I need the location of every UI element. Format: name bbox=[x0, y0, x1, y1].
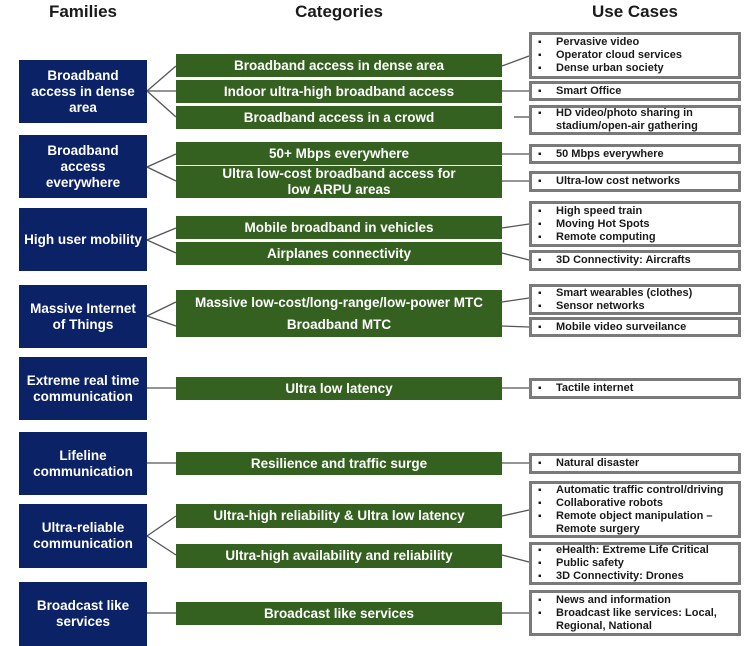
connector bbox=[501, 554, 530, 563]
use-case-box: 3D Connectivity: Aircrafts bbox=[529, 250, 741, 271]
family-box: Massive Internet of Things bbox=[19, 285, 147, 348]
use-case-box: eHealth: Extreme Life CriticalPublic saf… bbox=[529, 542, 741, 585]
use-case-item: Pervasive video bbox=[538, 36, 734, 49]
use-case-item: HD video/photo sharing in stadium/open-a… bbox=[538, 107, 734, 133]
connector bbox=[501, 252, 530, 261]
category-box: Airplanes connectivity bbox=[176, 242, 502, 265]
use-case-box: Automatic traffic control/drivingCollabo… bbox=[529, 481, 741, 538]
family-box: Extreme real time communication bbox=[19, 357, 147, 420]
use-case-box: 50 Mbps everywhere bbox=[529, 144, 741, 164]
use-case-item: Tactile internet bbox=[538, 382, 734, 395]
connector bbox=[146, 65, 177, 92]
use-case-item: Operator cloud services bbox=[538, 49, 734, 62]
connector bbox=[146, 90, 177, 118]
category-box: Indoor ultra-high broadband access bbox=[176, 80, 502, 103]
connector bbox=[501, 55, 530, 67]
family-box: Broadband access in dense area bbox=[19, 60, 147, 123]
connector bbox=[501, 223, 530, 229]
connector bbox=[501, 325, 530, 328]
family-box: High user mobility bbox=[19, 208, 147, 271]
use-case-item: Broadcast like services: Local, Regional… bbox=[538, 607, 734, 633]
use-case-item: Collaborative robots bbox=[538, 497, 734, 510]
use-case-item: News and information bbox=[538, 594, 734, 607]
category-box: Resilience and traffic surge bbox=[176, 452, 502, 475]
use-case-item: Remote computing bbox=[538, 231, 734, 244]
family-box: Broadband access everywhere bbox=[19, 135, 147, 198]
category-box-mtc: Massive low-cost/long-range/low-power MT… bbox=[176, 290, 502, 337]
use-case-box: Smart wearables (clothes)Sensor networks bbox=[529, 284, 741, 315]
use-case-item: eHealth: Extreme Life Critical bbox=[538, 544, 734, 557]
use-case-item: Natural disaster bbox=[538, 457, 734, 470]
category-box: Broadcast like services bbox=[176, 602, 502, 625]
connector bbox=[146, 239, 177, 254]
category-box: 50+ Mbps everywhere bbox=[176, 142, 502, 165]
connector bbox=[146, 535, 177, 556]
use-case-box: News and informationBroadcast like servi… bbox=[529, 590, 741, 636]
use-case-item: 3D Connectivity: Drones bbox=[538, 570, 734, 583]
connector bbox=[146, 315, 177, 327]
category-box: Ultra-high reliability & Ultra low laten… bbox=[176, 504, 502, 528]
use-case-box: Ultra-low cost networks bbox=[529, 171, 741, 192]
category-label: Broadband MTC bbox=[286, 316, 392, 332]
use-case-item: Public safety bbox=[538, 557, 734, 570]
use-case-box: HD video/photo sharing in stadium/open-a… bbox=[529, 105, 741, 135]
connector bbox=[146, 301, 177, 317]
connector bbox=[501, 509, 530, 517]
family-box: Ultra-reliable communication bbox=[19, 504, 147, 568]
use-case-box: Tactile internet bbox=[529, 378, 741, 399]
connector bbox=[146, 153, 177, 168]
category-box: Broadband access in dense area bbox=[176, 54, 502, 77]
use-case-item: Automatic traffic control/driving bbox=[538, 484, 734, 497]
category-box: Mobile broadband in vehicles bbox=[176, 216, 502, 239]
use-case-box: Natural disaster bbox=[529, 453, 741, 474]
connector bbox=[501, 297, 530, 303]
use-case-item: Smart wearables (clothes) bbox=[538, 287, 734, 300]
category-box: Ultra-high availability and reliability bbox=[176, 544, 502, 568]
connector bbox=[146, 227, 177, 241]
use-case-box: High speed trainMoving Hot SpotsRemote c… bbox=[529, 201, 741, 247]
use-case-item: High speed train bbox=[538, 205, 734, 218]
connector bbox=[146, 515, 177, 537]
category-box: Broadband access in a crowd bbox=[176, 106, 502, 129]
family-box: Broadcast like services bbox=[19, 582, 147, 646]
category-box: Ultra low latency bbox=[176, 377, 502, 400]
use-case-item: Sensor networks bbox=[538, 300, 734, 313]
use-case-item: Remote object manipulation – Remote surg… bbox=[538, 510, 734, 536]
use-case-item: Ultra-low cost networks bbox=[538, 175, 734, 188]
connector bbox=[146, 166, 177, 182]
use-case-box: Mobile video surveilance bbox=[529, 317, 741, 337]
use-case-item: Smart Office bbox=[538, 85, 734, 98]
use-case-box: Smart Office bbox=[529, 81, 741, 101]
family-box: Lifeline communication bbox=[19, 432, 147, 495]
use-case-item: Dense urban society bbox=[538, 62, 734, 75]
category-label: Massive low-cost/long-range/low-power MT… bbox=[194, 294, 484, 310]
category-box: Ultra low-cost broadband access for low … bbox=[176, 166, 502, 198]
use-case-item: 50 Mbps everywhere bbox=[538, 148, 734, 161]
use-case-item: Mobile video surveilance bbox=[538, 321, 734, 334]
use-case-box: Pervasive videoOperator cloud servicesDe… bbox=[529, 32, 741, 79]
use-case-item: Moving Hot Spots bbox=[538, 218, 734, 231]
use-case-item: 3D Connectivity: Aircrafts bbox=[538, 254, 734, 267]
